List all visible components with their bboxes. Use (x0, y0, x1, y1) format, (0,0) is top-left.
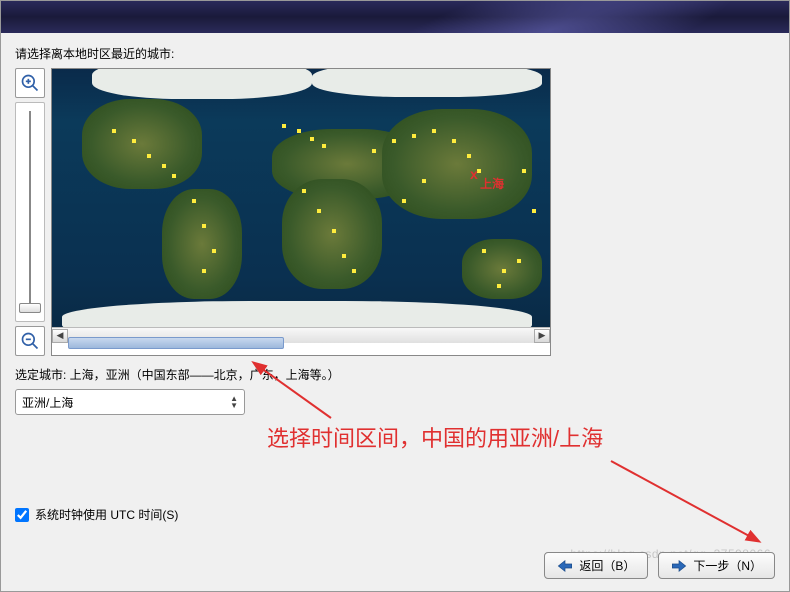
back-button-label: 返回（B） (579, 557, 635, 574)
next-button-label: 下一步（N） (693, 557, 762, 574)
utc-checkbox-label: 系统时钟使用 UTC 时间(S) (35, 506, 178, 523)
arrow-right-icon (671, 559, 687, 573)
utc-checkbox[interactable] (15, 508, 29, 522)
prompt-label: 请选择离本地时区最近的城市: (15, 45, 775, 62)
world-map-canvas[interactable]: x 上海 (52, 69, 550, 327)
map-horizontal-scrollbar[interactable]: ◀ ▶ (52, 327, 550, 343)
scroll-right-button[interactable]: ▶ (534, 329, 550, 343)
zoom-slider-thumb[interactable] (19, 303, 41, 313)
map-area: x 上海 ◀ ▶ (15, 68, 775, 356)
timezone-select-value: 亚洲/上海 (22, 394, 73, 411)
scroll-left-button[interactable]: ◀ (52, 329, 68, 343)
zoom-controls (15, 68, 45, 356)
back-button[interactable]: 返回（B） (544, 552, 648, 579)
utc-checkbox-row: 系统时钟使用 UTC 时间(S) (15, 506, 178, 523)
next-button[interactable]: 下一步（N） (658, 552, 775, 579)
zoom-in-icon (20, 73, 40, 93)
selected-city-label: 选定城市: 上海，亚洲（中国东部——北京，广东，上海等。） (15, 366, 775, 383)
timezone-select[interactable]: 亚洲/上海 ▲▼ (15, 389, 245, 415)
footer-buttons: 返回（B） 下一步（N） (544, 552, 775, 579)
zoom-out-icon (20, 331, 40, 351)
zoom-in-button[interactable] (15, 68, 45, 98)
annotation-text: 选择时间区间，中国的用亚洲/上海 (267, 421, 603, 453)
window-header (1, 1, 789, 33)
world-map[interactable]: x 上海 ◀ ▶ (51, 68, 551, 356)
annotation-arrow-2 (601, 451, 771, 551)
scroll-thumb[interactable] (68, 337, 284, 349)
zoom-out-button[interactable] (15, 326, 45, 356)
arrow-left-icon (557, 559, 573, 573)
selected-city-marker: x (470, 167, 478, 181)
spinner-icon: ▲▼ (230, 395, 238, 409)
selected-city-marker-label: 上海 (480, 175, 504, 192)
zoom-slider[interactable] (15, 102, 45, 322)
